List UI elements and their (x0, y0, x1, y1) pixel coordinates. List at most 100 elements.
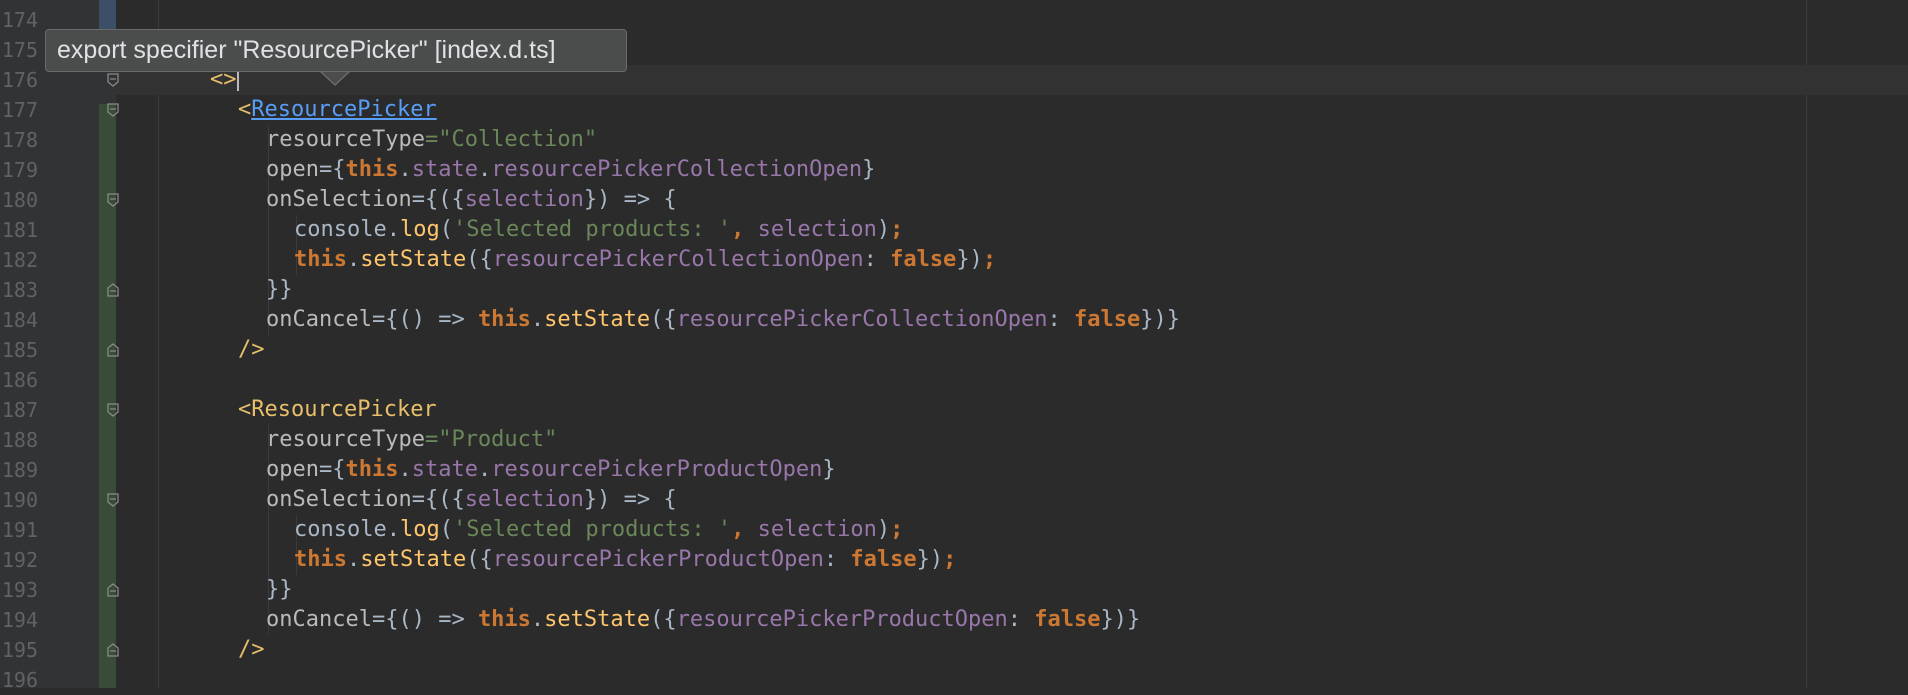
code-text[interactable]: open={this.state.resourcePickerProductOp… (266, 455, 836, 485)
code-line[interactable]: 180 onSelection={({selection}) => { (0, 185, 1908, 215)
line-number: 181 (1, 218, 38, 242)
code-line[interactable]: 195 /> (0, 635, 1908, 665)
fold-open-icon[interactable] (107, 103, 119, 117)
keyword: this (477, 607, 531, 632)
property: state (411, 457, 478, 482)
line-number: 182 (1, 248, 38, 272)
code-line[interactable]: 179 open={this.state.resourcePickerCollec… (0, 155, 1908, 185)
punctuation: }) (956, 247, 983, 272)
code-text[interactable]: this.setState({resourcePickerProductOpen… (294, 545, 956, 575)
fold-close-icon[interactable] (107, 343, 119, 357)
fold-close-icon[interactable] (107, 583, 119, 597)
jsx-attribute: resourceType (266, 427, 425, 452)
indent-guide (268, 245, 269, 275)
fold-close-icon[interactable] (107, 643, 119, 657)
code-line[interactable]: 196 (0, 665, 1908, 695)
code-line[interactable]: 192 this.setState({resourcePickerProductO… (0, 545, 1908, 575)
line-number: 189 (1, 458, 38, 482)
punctuation: . (346, 547, 361, 572)
code-text[interactable]: onCancel={() => this.setState({resourceP… (266, 305, 1180, 335)
property: resourcePickerCollectionOpen (491, 157, 863, 182)
line-number: 191 (1, 518, 38, 542)
code-line[interactable]: 189 open={this.state.resourcePickerProduc… (0, 455, 1908, 485)
code-text[interactable]: <ResourcePicker (238, 95, 437, 125)
punctuation: : (863, 247, 891, 272)
punctuation: } (862, 157, 876, 182)
code-editor[interactable]: 174 175 176 <> 177 <ResourcePicker 178 resource… (0, 0, 1908, 692)
punctuation: ({ (466, 247, 493, 272)
jsx-attribute: resourceType (266, 127, 425, 152)
quick-info-tooltip: export specifier "ResourcePicker" [index… (45, 29, 627, 72)
code-line[interactable]: 181 console.log('Selected products: ', se… (0, 215, 1908, 245)
punctuation: ={() => (371, 307, 478, 332)
code-line[interactable]: 194 onCancel={() => this.setState({resour… (0, 605, 1908, 635)
code-line[interactable]: 178 resourceType="Collection" (0, 125, 1908, 155)
function-name: log (399, 517, 440, 542)
code-text[interactable]: }} (266, 275, 293, 305)
punctuation: . (346, 247, 361, 272)
code-text[interactable]: onSelection={({selection}) => { (266, 185, 677, 215)
code-text[interactable]: open={this.state.resourcePickerCollectio… (266, 155, 875, 185)
code-text[interactable]: }} (266, 575, 293, 605)
string-literal: 'Selected products: ' (452, 217, 732, 242)
code-line[interactable]: 184 onCancel={() => this.setState({resour… (0, 305, 1908, 335)
code-line[interactable]: 182 this.setState({resourcePickerCollecti… (0, 245, 1908, 275)
code-line[interactable]: 187 <ResourcePicker (0, 395, 1908, 425)
keyword: this (477, 307, 531, 332)
keyword: this (345, 157, 399, 182)
code-text[interactable]: onCancel={() => this.setState({resourceP… (266, 605, 1140, 635)
code-text[interactable]: console.log('Selected products: ', selec… (294, 515, 903, 545)
punctuation: . (477, 157, 492, 182)
code-line[interactable]: 190 onSelection={({selection}) => { (0, 485, 1908, 515)
punctuation: console. (294, 217, 400, 242)
punctuation: ={({ (411, 187, 465, 212)
fold-open-icon[interactable] (107, 73, 119, 87)
fold-open-icon[interactable] (107, 193, 119, 207)
code-text[interactable]: /> (238, 335, 265, 365)
punctuation: ={() => (371, 607, 478, 632)
property: resourcePickerProductOpen (676, 607, 1008, 632)
fold-open-icon[interactable] (107, 493, 119, 507)
code-text[interactable]: onSelection={({selection}) => { (266, 485, 677, 515)
punctuation: })} (1100, 607, 1141, 632)
line-number: 178 (1, 128, 38, 152)
line-number: 185 (1, 338, 38, 362)
code-text[interactable]: /> (238, 635, 265, 665)
fold-close-icon[interactable] (107, 283, 119, 297)
code-text[interactable]: resourceType="Product" (266, 425, 557, 455)
jsx-tag-link[interactable]: ResourcePicker (251, 97, 436, 122)
jsx-tag-name: ResourcePicker (251, 397, 437, 422)
keyword: ; (890, 217, 904, 242)
code-text[interactable]: resourceType="Collection" (266, 125, 597, 155)
punctuation: console. (294, 517, 400, 542)
property: selection (464, 487, 584, 512)
line-number: 180 (1, 188, 38, 212)
code-line[interactable]: 186 (0, 365, 1908, 395)
punctuation: }) => { (583, 487, 677, 512)
string-literal: ="Product" (424, 427, 558, 452)
jsx-bracket: < (238, 97, 252, 122)
code-line[interactable]: 188 resourceType="Product" (0, 425, 1908, 455)
punctuation: ) (876, 217, 891, 242)
punctuation: ) (876, 517, 891, 542)
code-line[interactable]: 177 <ResourcePicker (0, 95, 1908, 125)
code-text[interactable]: <ResourcePicker (238, 395, 437, 425)
punctuation: : (1007, 607, 1035, 632)
property: resourcePickerCollectionOpen (676, 307, 1048, 332)
code-text[interactable]: this.setState({resourcePickerCollectionO… (294, 245, 996, 275)
fold-open-icon[interactable] (107, 403, 119, 417)
punctuation: }) (916, 547, 944, 572)
line-number: 175 (1, 38, 38, 62)
punctuation: . (398, 457, 412, 482)
text-caret (236, 69, 239, 91)
code-line[interactable]: 191 console.log('Selected products: ', se… (0, 515, 1908, 545)
code-text[interactable]: console.log('Selected products: ', selec… (294, 215, 903, 245)
line-number: 196 (1, 668, 38, 692)
line-number: 184 (1, 308, 38, 332)
code-line[interactable]: 193}} (0, 575, 1908, 605)
code-line[interactable]: 185 /> (0, 335, 1908, 365)
property: state (411, 157, 478, 182)
jsx-attribute: open (266, 157, 319, 182)
code-line[interactable]: 183}} (0, 275, 1908, 305)
keyword: this (294, 547, 347, 572)
